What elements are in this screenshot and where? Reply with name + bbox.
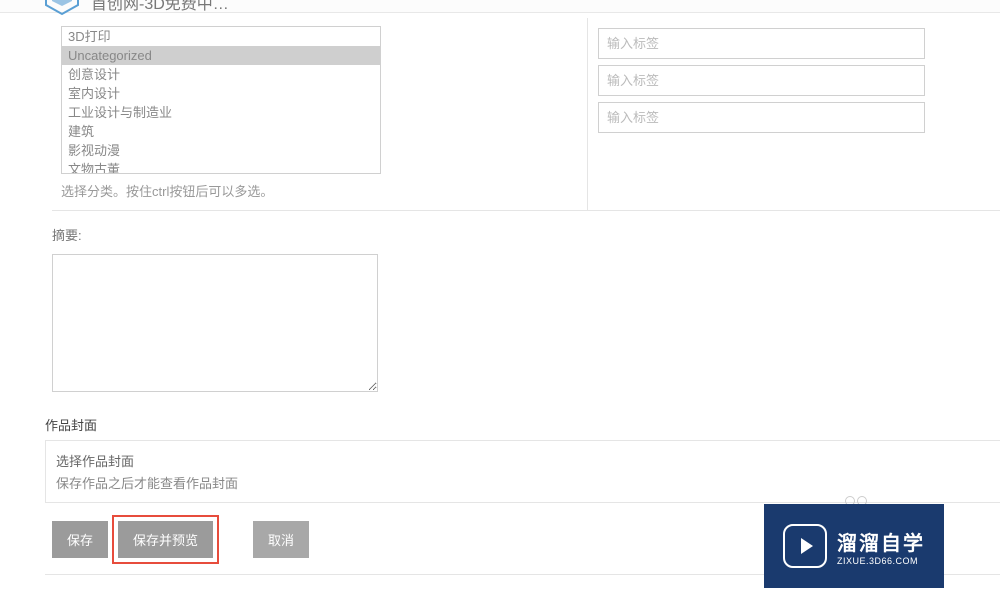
category-option[interactable]: 影视动漫: [62, 141, 380, 160]
category-help-text: 选择分类。按住ctrl按钮后可以多选。: [61, 181, 577, 200]
save-preview-button[interactable]: 保存并预览: [118, 521, 213, 558]
save-button[interactable]: 保存: [52, 521, 108, 558]
tag-input-2[interactable]: [598, 65, 925, 96]
summary-section: 摘要:: [52, 211, 1000, 405]
watermark-badge: 溜溜自学 ZIXUE.3D66.COM: [764, 504, 944, 588]
category-option[interactable]: 3D打印: [62, 27, 380, 46]
cover-note: 保存作品之后才能查看作品封面: [56, 473, 991, 492]
play-icon: [783, 524, 827, 568]
category-option[interactable]: Uncategorized: [62, 46, 380, 65]
page-header: 首创网-3D免费中…: [0, 0, 1000, 13]
main-content: 3D打印 Uncategorized 创意设计 室内设计 工业设计与制造业 建筑…: [0, 13, 1000, 575]
watermark-sub: ZIXUE.3D66.COM: [837, 556, 925, 566]
tags-column: [588, 18, 1000, 211]
summary-textarea[interactable]: [52, 254, 378, 392]
category-option[interactable]: 创意设计: [62, 65, 380, 84]
category-option[interactable]: 工业设计与制造业: [62, 103, 380, 122]
header-title: 首创网-3D免费中…: [91, 0, 229, 14]
cancel-button[interactable]: 取消: [253, 521, 309, 558]
category-column: 3D打印 Uncategorized 创意设计 室内设计 工业设计与制造业 建筑…: [52, 18, 588, 211]
category-select[interactable]: 3D打印 Uncategorized 创意设计 室内设计 工业设计与制造业 建筑…: [61, 26, 381, 174]
category-option[interactable]: 文物古董: [62, 160, 380, 174]
tag-input-3[interactable]: [598, 102, 925, 133]
cover-title: 选择作品封面: [56, 451, 991, 470]
category-option[interactable]: 室内设计: [62, 84, 380, 103]
tag-input-1[interactable]: [598, 28, 925, 59]
watermark-main: 溜溜自学: [837, 527, 925, 556]
watermark-text: 溜溜自学 ZIXUE.3D66.COM: [837, 527, 925, 566]
logo-icon: [42, 0, 82, 16]
cover-section: 选择作品封面 保存作品之后才能查看作品封面: [45, 440, 1000, 503]
summary-label: 摘要:: [52, 225, 990, 244]
highlight-box: 保存并预览: [112, 515, 219, 564]
category-option[interactable]: 建筑: [62, 122, 380, 141]
form-row-top: 3D打印 Uncategorized 创意设计 室内设计 工业设计与制造业 建筑…: [52, 18, 1000, 211]
cover-section-label: 作品封面: [45, 415, 1000, 434]
